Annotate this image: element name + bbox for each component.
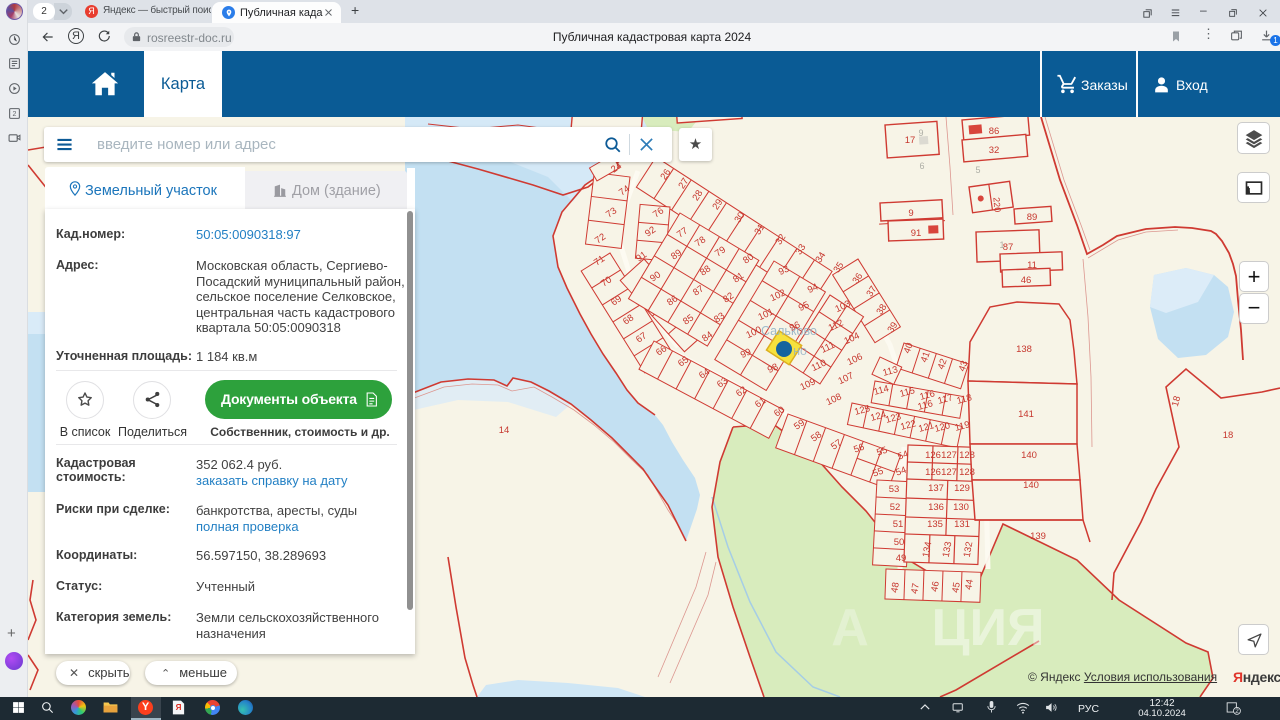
svg-text:130: 130 (953, 502, 969, 513)
svg-text:127: 127 (941, 467, 957, 478)
svg-text:46: 46 (1021, 275, 1032, 286)
svg-text:Я: Я (176, 703, 182, 712)
svg-text:52: 52 (890, 502, 901, 513)
svg-text:17: 17 (905, 135, 916, 146)
svg-text:126: 126 (925, 467, 941, 478)
svg-text:138: 138 (1016, 344, 1032, 355)
svg-text:А: А (831, 599, 869, 657)
svg-text:91: 91 (911, 228, 922, 239)
svg-text:139: 139 (1030, 531, 1046, 542)
svg-text:18: 18 (1223, 430, 1234, 441)
svg-text:136: 136 (928, 502, 944, 513)
svg-text:128: 128 (959, 467, 975, 478)
svg-text:127: 127 (941, 450, 957, 461)
svg-text:89: 89 (1027, 212, 1038, 223)
svg-text:5: 5 (975, 165, 980, 175)
svg-text:128: 128 (959, 450, 975, 461)
svg-text:131: 131 (954, 519, 970, 530)
svg-text:11: 11 (1027, 260, 1037, 271)
svg-text:2: 2 (1235, 708, 1239, 715)
svg-text:9: 9 (918, 128, 923, 138)
svg-text:но: но (793, 344, 807, 358)
svg-text:50: 50 (894, 537, 905, 548)
svg-text:140: 140 (1023, 480, 1039, 491)
svg-text:220: 220 (991, 197, 1002, 213)
svg-text:47: 47 (909, 582, 922, 594)
svg-text:46: 46 (929, 580, 942, 592)
svg-text:137: 137 (928, 483, 944, 494)
svg-text:53: 53 (889, 484, 900, 495)
svg-text:9: 9 (908, 208, 913, 219)
svg-text:126: 126 (925, 450, 941, 461)
svg-text:14: 14 (499, 425, 510, 436)
svg-text:2: 2 (13, 111, 17, 118)
svg-text:140: 140 (1021, 450, 1037, 461)
svg-text:ЦИЯ: ЦИЯ (932, 599, 1045, 657)
svg-text:32: 32 (989, 145, 1000, 156)
svg-text:6: 6 (919, 161, 924, 171)
svg-text:141: 141 (1018, 409, 1034, 420)
svg-text:48: 48 (889, 581, 902, 593)
svg-text:49: 49 (896, 553, 907, 564)
svg-text:45: 45 (950, 581, 963, 593)
svg-text:86: 86 (989, 126, 1000, 137)
svg-text:135: 135 (927, 519, 943, 530)
svg-text:51: 51 (893, 519, 904, 530)
svg-text:129: 129 (954, 483, 970, 494)
svg-text:1: 1 (999, 240, 1004, 250)
svg-text:44: 44 (963, 578, 976, 590)
